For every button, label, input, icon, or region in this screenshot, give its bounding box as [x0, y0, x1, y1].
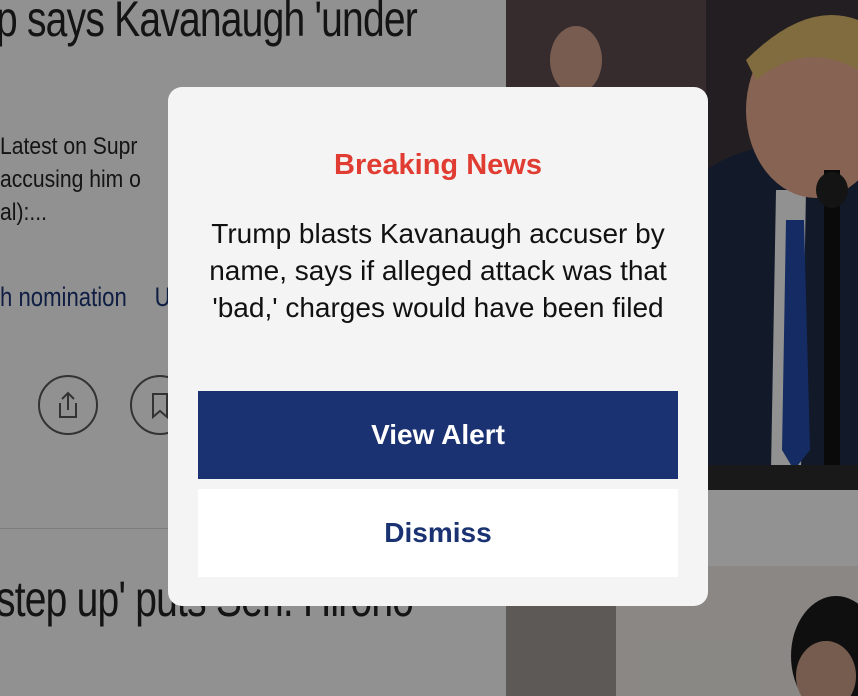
dismiss-button[interactable]: Dismiss — [198, 489, 678, 577]
view-alert-button[interactable]: View Alert — [198, 391, 678, 479]
alert-title: Breaking News — [334, 149, 542, 181]
breaking-news-alert: Breaking News Trump blasts Kavanaugh acc… — [168, 87, 708, 606]
alert-message: Trump blasts Kavanaugh accuser by name, … — [209, 218, 667, 323]
